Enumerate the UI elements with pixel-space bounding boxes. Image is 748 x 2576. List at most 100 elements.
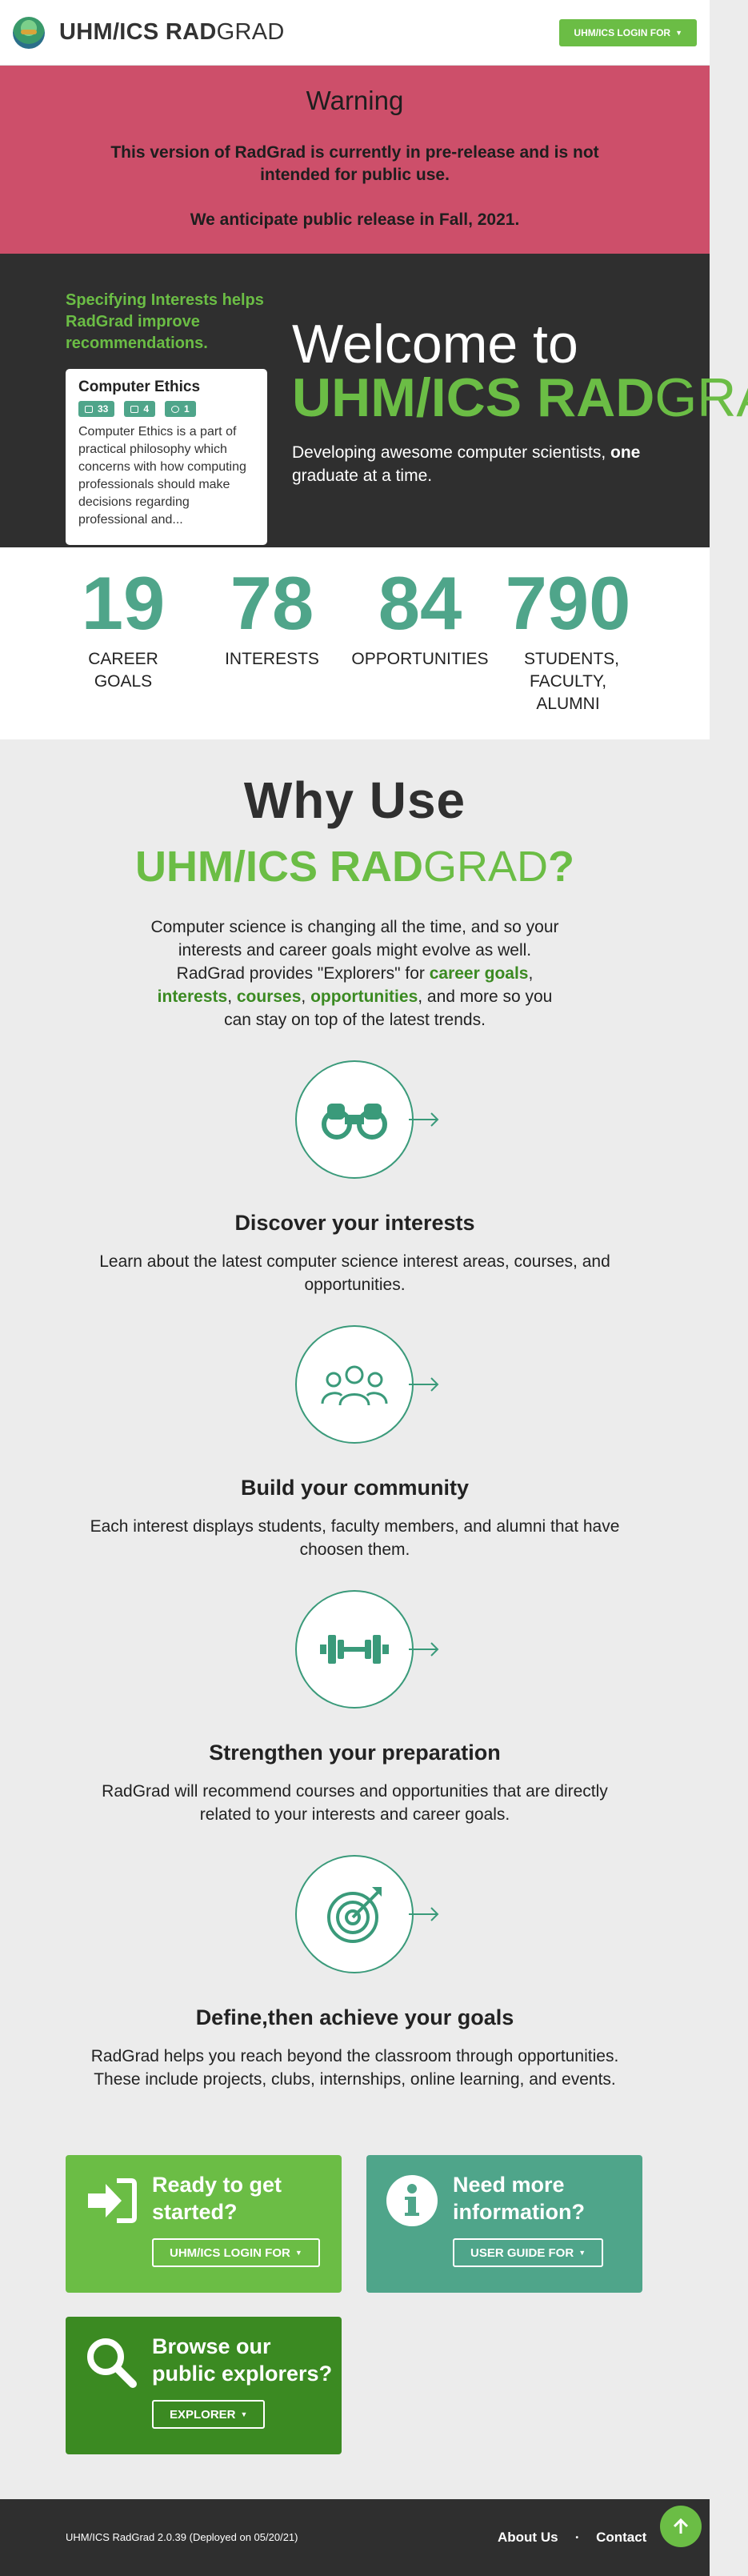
highlight-opportunities: opportunities: [310, 988, 418, 1006]
brand-bold: UHM/ICS RAD: [59, 19, 217, 45]
explorer-button[interactable]: EXPLORER ▼: [152, 2400, 266, 2429]
arrow-right-icon: [408, 1642, 438, 1657]
interest-card-description: Computer Ethics is a part of practical p…: [78, 425, 246, 527]
interest-card[interactable]: Computer Ethics 33 4 1 Computer Ethics i…: [66, 369, 267, 545]
feature-title: Define,then achieve your goals: [195, 2005, 514, 2029]
stat-interests: 78 INTERESTS: [200, 563, 344, 671]
stat-label: OPPORTUNITIES: [351, 650, 489, 668]
why-section: Why Use UHM/ICS RADGRAD? Computer scienc…: [0, 739, 710, 2091]
highlight-interests: interests: [157, 988, 228, 1006]
login-dropdown-button[interactable]: UHM/ICS LOGIN FOR ▼: [559, 18, 697, 46]
separator-dot: •: [575, 2533, 579, 2542]
feature-icon-wrap: [279, 1590, 438, 1710]
sep: ,: [301, 988, 311, 1006]
warning-title: Warning: [306, 86, 404, 115]
sign-in-icon: [88, 2178, 137, 2223]
users-count: 33: [98, 403, 109, 415]
why-question-mark: ?: [548, 843, 574, 891]
welcome-brand: UHM/ICS RADGRAD: [292, 371, 748, 425]
feature-title: Discover your interests: [234, 1211, 475, 1235]
interest-card-title: Computer Ethics: [78, 379, 201, 395]
binoculars-icon: [294, 1060, 414, 1179]
about-us-link[interactable]: About Us: [498, 2530, 558, 2546]
explorer-label: EXPLORER: [170, 2407, 236, 2422]
courses-count-badge: 4: [124, 401, 156, 417]
caret-down-icon: ▼: [240, 2410, 248, 2418]
target-icon: [294, 1855, 414, 1973]
login-button-label: UHM/ICS LOGIN FOR: [574, 26, 671, 38]
feature-icon-wrap: [279, 1855, 438, 1975]
welcome-brand-bold: UHM/ICS RAD: [292, 367, 655, 428]
browse-title: Browse our public explorers?: [152, 2334, 333, 2386]
warning-banner: Warning This version of RadGrad is curre…: [0, 66, 710, 254]
why-title: Why Use: [243, 771, 466, 829]
footer: UHM/ICS RadGrad 2.0.39 (Deployed on 05/2…: [0, 2499, 710, 2576]
feature-title: Strengthen your preparation: [209, 1741, 501, 1765]
cta-login-button[interactable]: UHM/ICS LOGIN FOR ▼: [152, 2238, 320, 2267]
page: UHM/ICS RADGRAD UHM/ICS LOGIN FOR ▼ Warn…: [0, 0, 748, 2576]
courses-count: 4: [143, 403, 150, 415]
hero-main: Welcome to UHM/ICS RADGRAD Developing aw…: [292, 314, 748, 487]
stat-students: 790 STUDENTS, FACULTY, ALUMNI: [496, 563, 640, 715]
caret-down-icon: ▼: [675, 28, 682, 37]
scroll-to-top-button[interactable]: [660, 2506, 702, 2547]
hero-section: Specifying Interests helps RadGrad impro…: [0, 254, 748, 547]
hero-subtitle-bold: one: [610, 443, 641, 462]
welcome-brand-light: GRAD: [654, 367, 748, 428]
warning-line-1: This version of RadGrad is currently in …: [110, 143, 599, 184]
hero-subtitle-start: Developing awesome computer scientists,: [292, 443, 611, 462]
why-brand-light: GRAD: [422, 843, 548, 891]
dumbbell-icon: [294, 1590, 414, 1709]
arrow-right-icon: [408, 1377, 438, 1392]
arrow-right-icon: [408, 1112, 438, 1127]
radgrad-logo[interactable]: [13, 16, 45, 49]
highlight-courses: courses: [236, 988, 302, 1006]
why-brand-bold: UHM/ICS RAD: [134, 843, 423, 891]
feature-icon-wrap: [279, 1325, 438, 1445]
stat-label: CAREER GOALS: [88, 650, 158, 691]
cta-login-label: UHM/ICS LOGIN FOR: [170, 2245, 290, 2260]
feature-text: RadGrad will recommend courses and oppor…: [102, 1782, 608, 1824]
users-icon: [294, 1325, 414, 1444]
warning-line-2: We anticipate public release in Fall, 20…: [190, 210, 520, 229]
hero-subtitle-end: graduate at a time.: [292, 467, 433, 485]
sep: ,: [528, 964, 534, 983]
brand-light: GRAD: [216, 19, 285, 45]
get-started-title: Ready to get started?: [152, 2173, 282, 2224]
opportunities-count-badge: 1: [165, 401, 196, 417]
caret-down-icon: ▼: [294, 2249, 302, 2257]
highlight-career-goals: career goals: [429, 964, 529, 983]
caret-down-icon: ▼: [578, 2249, 586, 2257]
arrow-right-icon: [408, 1907, 438, 1921]
why-brand: UHM/ICS RADGRAD?: [0, 840, 710, 893]
target-icon: [171, 405, 180, 413]
opportunities-count: 1: [184, 403, 190, 415]
browse-box: Browse our public explorers? EXPLORER ▼: [66, 2317, 342, 2454]
user-guide-button[interactable]: USER GUIDE FOR ▼: [453, 2238, 604, 2267]
stat-opportunities: 84 OPPORTUNITIES: [348, 563, 492, 671]
users-count-badge: 33: [78, 401, 115, 417]
stat-value: 78: [230, 561, 314, 645]
brand-title[interactable]: UHM/ICS RADGRAD: [59, 19, 285, 46]
welcome-heading: Welcome to: [292, 314, 578, 375]
feature-text: Each interest displays students, faculty…: [90, 1517, 620, 1559]
feature-icon-wrap: [279, 1060, 438, 1180]
contact-link[interactable]: Contact: [596, 2530, 646, 2546]
info-circle-icon: [386, 2175, 438, 2226]
interest-card-badges: 33 4 1: [78, 401, 254, 417]
cta-section: Ready to get started? UHM/ICS LOGIN FOR ▼…: [0, 2155, 710, 2491]
feature-community: Build your community Each interest displ…: [0, 1325, 710, 1561]
stat-label: STUDENTS, FACULTY, ALUMNI: [524, 650, 620, 713]
stat-career-goals: 19 CAREER GOALS: [51, 563, 195, 693]
get-started-box: Ready to get started? UHM/ICS LOGIN FOR ▼: [66, 2155, 342, 2293]
hero-subtitle: Developing awesome computer scientists, …: [292, 441, 660, 487]
hero-side: Specifying Interests helps RadGrad impro…: [66, 290, 274, 545]
stat-value: 19: [81, 561, 166, 645]
stat-value: 790: [505, 561, 631, 645]
user-guide-label: USER GUIDE FOR: [470, 2245, 574, 2260]
search-icon: [87, 2338, 137, 2388]
feature-title: Build your community: [240, 1476, 470, 1500]
footer-links: About Us • Contact: [498, 2530, 646, 2546]
users-icon: [85, 405, 93, 413]
arrow-up-icon: [673, 2518, 689, 2534]
